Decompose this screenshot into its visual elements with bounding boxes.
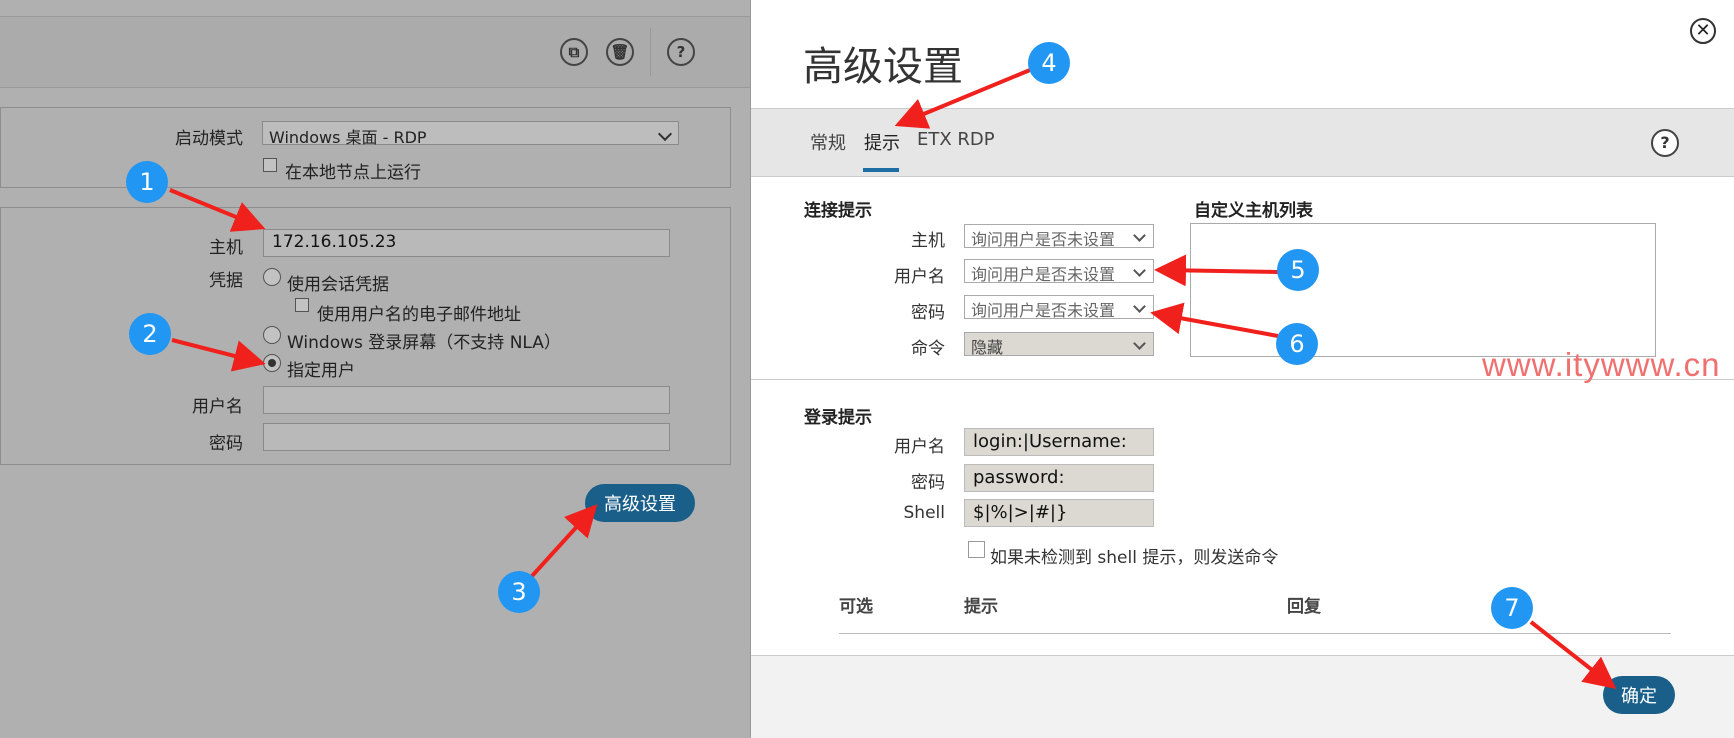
- password-label: 密码: [209, 434, 243, 454]
- custom-host-list-title: 自定义主机列表: [1194, 201, 1313, 221]
- tab-general[interactable]: 常规: [810, 129, 846, 155]
- launch-panel: 启动模式 Windows 桌面 - RDP 在本地节点上运行: [0, 107, 731, 188]
- conn-host-select[interactable]: 询问用户是否未设置: [964, 224, 1154, 248]
- annotation-badge-3: 3: [498, 571, 540, 613]
- login-shell-label: Shell: [903, 503, 945, 523]
- close-icon[interactable]: ✕: [1690, 18, 1716, 44]
- conn-command-value: 隐藏: [971, 338, 1004, 356]
- toolbar-separator: [650, 28, 651, 76]
- run-local-checkbox[interactable]: [263, 158, 277, 172]
- watermark: www.itywww.cn: [1482, 346, 1721, 383]
- launch-mode-value: Windows 桌面 - RDP: [269, 128, 427, 147]
- specific-user-label: 指定用户: [287, 361, 355, 381]
- conn-password-select[interactable]: 询问用户是否未设置: [964, 295, 1154, 319]
- login-prompts-title: 登录提示: [804, 408, 872, 428]
- table-divider: [839, 633, 1671, 634]
- tab-prompts[interactable]: 提示: [864, 129, 900, 155]
- radio-specific-user[interactable]: [263, 354, 281, 372]
- login-screen-label: Windows 登录屏幕（不支持 NLA）: [287, 333, 561, 353]
- chevron-down-icon: [1133, 300, 1146, 313]
- annotation-badge-6: 6: [1276, 323, 1318, 365]
- conn-username-label: 用户名: [894, 267, 945, 287]
- radio-login-screen[interactable]: [263, 326, 281, 344]
- col-prompt: 提示: [964, 597, 998, 617]
- help-icon[interactable]: ?: [1651, 129, 1679, 157]
- custom-host-list[interactable]: [1190, 223, 1656, 357]
- dialog-title: 高级设置: [803, 44, 963, 90]
- login-password-label: 密码: [911, 473, 945, 493]
- help-icon[interactable]: ?: [667, 38, 695, 66]
- chevron-down-icon: [1133, 264, 1146, 277]
- host-label: 主机: [209, 238, 243, 258]
- arrow-3: [530, 504, 598, 578]
- radio-session-credentials[interactable]: [263, 268, 281, 286]
- session-credentials-label: 使用会话凭据: [287, 275, 389, 295]
- annotation-badge-4: 4: [1028, 42, 1070, 84]
- ok-button[interactable]: 确定: [1603, 676, 1675, 714]
- login-password-input[interactable]: password:: [964, 464, 1154, 492]
- login-username-label: 用户名: [894, 437, 945, 457]
- toolbar: ⧉ 🗑 ?: [0, 16, 750, 88]
- run-local-label: 在本地节点上运行: [285, 163, 421, 183]
- username-input[interactable]: [263, 386, 670, 414]
- conn-command-label: 命令: [911, 339, 945, 359]
- conn-host-value: 询问用户是否未设置: [971, 230, 1116, 248]
- host-input[interactable]: 172.16.105.23: [263, 229, 670, 257]
- launch-mode-select[interactable]: Windows 桌面 - RDP: [262, 121, 679, 147]
- login-shell-input[interactable]: $|%|>|#|}: [964, 499, 1154, 527]
- connection-panel: 主机 172.16.105.23 凭据 使用会话凭据 使用用户名的电子邮件地址 …: [0, 207, 731, 465]
- send-command-checkbox[interactable]: [968, 541, 985, 558]
- email-username-label: 使用用户名的电子邮件地址: [317, 305, 521, 325]
- credentials-label: 凭据: [209, 271, 243, 291]
- conn-password-label: 密码: [911, 303, 945, 323]
- copy-icon[interactable]: ⧉: [560, 38, 588, 66]
- login-username-input[interactable]: login:|Username:: [964, 428, 1154, 456]
- email-username-checkbox[interactable]: [295, 298, 309, 312]
- annotation-badge-5: 5: [1277, 249, 1319, 291]
- conn-password-value: 询问用户是否未设置: [971, 301, 1116, 319]
- chevron-down-icon: [1133, 337, 1146, 350]
- conn-username-select[interactable]: 询问用户是否未设置: [964, 259, 1154, 283]
- conn-command-select[interactable]: 隐藏: [964, 332, 1154, 356]
- annotation-badge-1: 1: [126, 161, 168, 203]
- tab-bar: 常规 提示 ETX RDP ?: [751, 108, 1734, 177]
- chevron-down-icon: [1133, 229, 1146, 242]
- annotation-badge-2: 2: [129, 313, 171, 355]
- connection-prompts-title: 连接提示: [804, 201, 872, 221]
- conn-host-label: 主机: [911, 231, 945, 251]
- col-optional: 可选: [839, 597, 873, 617]
- trash-icon[interactable]: 🗑: [606, 38, 634, 66]
- dialog-footer: 确定: [751, 655, 1734, 738]
- password-input[interactable]: [263, 423, 670, 451]
- active-tab-indicator: [863, 168, 899, 172]
- advanced-settings-button[interactable]: 高级设置: [585, 484, 695, 522]
- conn-username-value: 询问用户是否未设置: [971, 265, 1116, 283]
- col-reply: 回复: [1287, 597, 1321, 617]
- tab-etx-rdp[interactable]: ETX RDP: [917, 129, 995, 150]
- chevron-down-icon: [657, 126, 673, 142]
- launch-mode-label: 启动模式: [175, 129, 243, 149]
- send-command-label: 如果未检测到 shell 提示，则发送命令: [990, 548, 1279, 568]
- username-label: 用户名: [192, 397, 243, 417]
- annotation-badge-7: 7: [1491, 587, 1533, 629]
